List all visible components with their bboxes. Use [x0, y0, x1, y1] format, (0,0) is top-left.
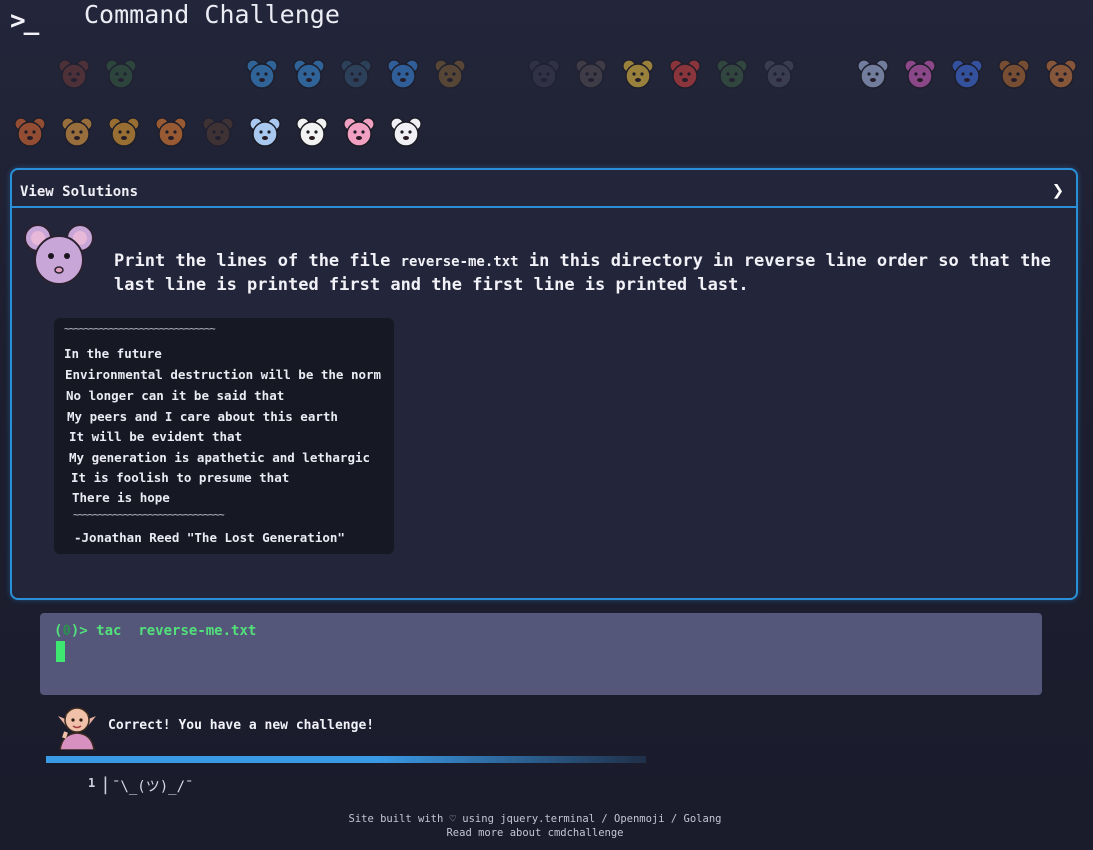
microbe-icon[interactable] [949, 56, 985, 92]
mouse-face-icon [24, 224, 94, 285]
cricket-icon[interactable] [714, 56, 750, 92]
bat-icon[interactable] [573, 56, 609, 92]
snail-icon[interactable] [103, 56, 139, 92]
challenge-emoji-row-1 [56, 56, 1090, 92]
ladybug-icon[interactable] [667, 56, 703, 92]
shrug-text: ¯\_(ツ)_/¯ [112, 779, 194, 795]
monkey-face-icon[interactable] [996, 56, 1032, 92]
whale-icon[interactable] [244, 56, 280, 92]
poem-attribution: -Jonathan Reed "The Lost Generation" [74, 530, 345, 545]
cow-face-icon[interactable] [294, 114, 330, 150]
footer-credits[interactable]: Site built with ♡ using jquery.terminal … [300, 812, 770, 826]
screen: >_ Command Challenge View Solutions ❯ Pr… [0, 0, 1093, 850]
poem-line: There is hope [72, 490, 170, 505]
prompt-paren-close: )> [70, 623, 97, 639]
shark-icon[interactable] [338, 56, 374, 92]
prompt-exit-code: 0 [62, 623, 71, 639]
worm-icon[interactable] [902, 56, 938, 92]
dog-face-icon[interactable] [1043, 56, 1079, 92]
challenge-description: Print the lines of the file reverse-me.t… [114, 250, 1054, 297]
chevron-right-icon[interactable]: ❯ [1052, 178, 1064, 202]
shrimp-icon[interactable] [56, 56, 92, 92]
poem-line: No longer can it be said that [66, 388, 285, 403]
terminal-command-line[interactable]: (0)> tac reverse-me.txt [54, 623, 256, 639]
challenge-text-part-3: last line is printed first and the first… [114, 275, 749, 295]
page-title[interactable]: Command Challenge [84, 0, 340, 29]
footer: Site built with ♡ using jquery.terminal … [300, 812, 770, 840]
level-number[interactable]: 1 [88, 776, 95, 790]
mosquito-icon[interactable] [761, 56, 797, 92]
progress-bar [46, 756, 646, 763]
challenge-filename: reverse-me.txt [400, 254, 519, 270]
poem-line: It is foolish to presume that [71, 470, 290, 485]
view-solutions-link[interactable]: View Solutions [20, 184, 138, 200]
result-message: Correct! You have a new challenge! [108, 718, 375, 733]
file-contents-box: ~~~~~~~~~~~~~~~~~~~~~~~~~~~~~~ In the fu… [54, 318, 394, 554]
unicorn-icon[interactable] [247, 114, 283, 150]
terminal-input-area[interactable]: (0)> tac reverse-me.txt [40, 613, 1042, 695]
text-cursor [56, 641, 65, 662]
challenge-panel: View Solutions ❯ Print the lines of the … [10, 168, 1078, 600]
level-separator: | [100, 774, 111, 795]
dolphin-icon[interactable] [291, 56, 327, 92]
lion-face-icon[interactable] [106, 114, 142, 150]
typed-command: tac reverse-me.txt [96, 623, 257, 639]
tilde-divider-bottom: ~~~~~~~~~~~~~~~~~~~~~~~~~~~~~~ [73, 510, 225, 521]
tropical-fish-icon[interactable] [432, 56, 468, 92]
footer-read-more-link[interactable]: Read more about cmdchallenge [300, 826, 770, 840]
spider-icon[interactable] [526, 56, 562, 92]
deer-icon[interactable] [200, 114, 236, 150]
mouse-face-icon[interactable] [388, 114, 424, 150]
challenge-emoji-row-2 [12, 114, 435, 150]
fish-icon[interactable] [385, 56, 421, 92]
header: >_ Command Challenge [0, 0, 1093, 44]
elf-icon [58, 707, 96, 750]
cat-face-icon[interactable] [59, 114, 95, 150]
poem-line: Environmental destruction will be the no… [65, 367, 382, 382]
lungs-icon[interactable] [855, 56, 891, 92]
poem-line: My peers and I care about this earth [67, 409, 338, 424]
fox-face-icon[interactable] [12, 114, 48, 150]
challenge-text-part-2: in this directory in reverse line order … [518, 251, 1051, 271]
pig-face-icon[interactable] [341, 114, 377, 150]
panel-header: View Solutions ❯ [12, 170, 1076, 208]
tiger-face-icon[interactable] [153, 114, 189, 150]
tilde-divider-top: ~~~~~~~~~~~~~~~~~~~~~~~~~~~~~~ [64, 324, 216, 335]
bee-icon[interactable] [620, 56, 656, 92]
terminal-logo-icon[interactable]: >_ [10, 6, 39, 36]
poem-line: My generation is apathetic and lethargic [69, 450, 371, 465]
challenge-text-part-1: Print the lines of the file [114, 251, 401, 271]
poem-line: It will be evident that [69, 429, 243, 444]
poem-line: In the future [64, 346, 162, 361]
